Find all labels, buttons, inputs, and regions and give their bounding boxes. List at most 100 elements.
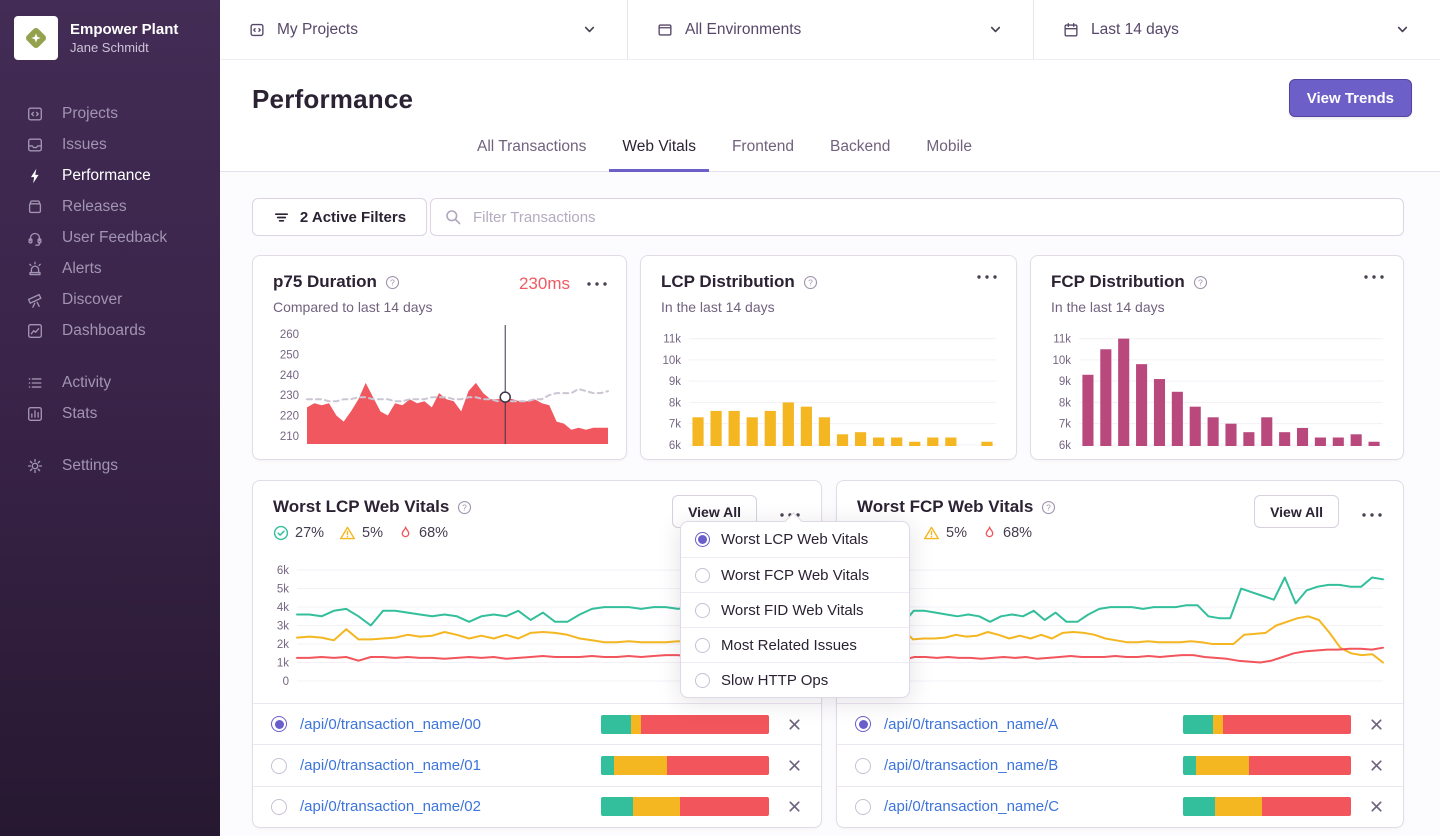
row-radio[interactable] (271, 798, 287, 815)
svg-text:240: 240 (280, 370, 299, 382)
transaction-link[interactable]: /api/0/transaction_name/B (884, 757, 1183, 774)
remove-row-button[interactable] (786, 798, 803, 815)
view-trends-button[interactable]: View Trends (1288, 79, 1412, 117)
lcp-distribution-chart[interactable]: 6k 7k 8k 9k 10k 11k (653, 320, 1006, 452)
page-title: Performance (252, 84, 414, 114)
menu-item-worst-lcp[interactable]: Worst LCP Web Vitals (681, 522, 909, 557)
project-selector[interactable]: My Projects (220, 0, 627, 59)
overflow-menu-button[interactable] (976, 274, 998, 280)
tab-frontend[interactable]: Frontend (719, 138, 807, 172)
date-range-selector[interactable]: Last 14 days (1033, 0, 1440, 59)
vitals-summary: 27% 5% 68% (273, 525, 448, 541)
headset-icon (28, 232, 42, 246)
transaction-row: /api/0/transaction_name/A (837, 703, 1403, 745)
svg-text:3k: 3k (277, 621, 289, 633)
tab-mobile[interactable]: Mobile (913, 138, 985, 172)
active-filters-button[interactable]: 2 Active Filters (252, 198, 427, 236)
sidebar-item-releases[interactable]: Releases (0, 191, 220, 222)
tab-backend[interactable]: Backend (817, 138, 903, 172)
svg-text:260: 260 (280, 329, 299, 341)
transaction-row: /api/0/transaction_name/01 (253, 744, 821, 786)
tab-bar: All Transactions Web Vitals Frontend Bac… (464, 138, 995, 172)
row-radio[interactable] (855, 798, 871, 815)
menu-item-label: Worst FID Web Vitals (721, 601, 864, 619)
sidebar-item-dashboards[interactable]: Dashboards (0, 315, 220, 346)
help-icon[interactable]: ? (1193, 275, 1208, 290)
sidebar-item-performance[interactable]: Performance (0, 160, 220, 191)
vitals-stacked-bar (601, 714, 769, 734)
sidebar-item-projects[interactable]: Projects (0, 98, 220, 129)
chevron-down-icon (584, 26, 595, 33)
projects-icon (28, 106, 42, 121)
row-radio[interactable] (271, 757, 287, 774)
row-radio[interactable] (855, 757, 871, 774)
meh-pct: 5% (362, 525, 383, 541)
fire-icon (401, 526, 410, 538)
fcp-distribution-chart[interactable]: 6k 7k 8k 9k 10k 11k (1043, 320, 1393, 452)
org-switcher[interactable]: Empower Plant Jane Schmidt (0, 0, 220, 60)
environment-selector[interactable]: All Environments (627, 0, 1033, 59)
sidebar-item-issues[interactable]: Issues (0, 129, 220, 160)
transaction-link[interactable]: /api/0/transaction_name/02 (300, 798, 601, 815)
lightning-icon (30, 168, 39, 183)
sidebar-item-user-feedback[interactable]: User Feedback (0, 222, 220, 253)
transaction-link[interactable]: /api/0/transaction_name/01 (300, 757, 601, 774)
bar-chart-icon (28, 406, 42, 421)
p75-duration-chart[interactable]: 210 220 230 240 250 260 (265, 320, 616, 452)
row-radio[interactable] (855, 716, 871, 733)
menu-item-most-related-issues[interactable]: Most Related Issues (681, 627, 909, 662)
remove-row-button[interactable] (1368, 757, 1385, 774)
remove-row-button[interactable] (1368, 716, 1385, 733)
warning-triangle-icon (924, 526, 940, 540)
svg-text:7k: 7k (669, 419, 681, 431)
org-logo (14, 16, 58, 60)
sidebar-item-label: Activity (62, 373, 112, 391)
menu-item-slow-http-ops[interactable]: Slow HTTP Ops (681, 662, 909, 697)
sidebar-item-label: User Feedback (62, 228, 168, 246)
vitals-stacked-bar (601, 756, 769, 776)
overflow-menu-button[interactable] (586, 281, 608, 287)
tab-all-transactions[interactable]: All Transactions (464, 138, 599, 172)
svg-text:?: ? (808, 277, 813, 287)
svg-text:210: 210 (280, 431, 299, 443)
project-icon (250, 23, 264, 36)
worst-fcp-line-chart[interactable]: 01k2k3k4k5k6k (849, 551, 1393, 701)
row-radio[interactable] (271, 716, 287, 733)
sidebar-item-alerts[interactable]: Alerts (0, 253, 220, 284)
help-icon[interactable]: ? (803, 275, 818, 290)
overflow-menu-button[interactable] (1363, 274, 1385, 280)
transaction-link[interactable]: /api/0/transaction_name/C (884, 798, 1183, 815)
close-icon (1371, 719, 1382, 730)
close-icon (789, 719, 800, 730)
sidebar-item-settings[interactable]: Settings (0, 450, 220, 481)
transaction-link[interactable]: /api/0/transaction_name/00 (300, 716, 601, 733)
view-all-button[interactable]: View All (1254, 495, 1339, 528)
transaction-link[interactable]: /api/0/transaction_name/A (884, 716, 1183, 733)
search-icon (446, 210, 461, 225)
vitals-stacked-bar (1183, 714, 1351, 734)
remove-row-button[interactable] (786, 757, 803, 774)
transaction-search-input[interactable] (430, 198, 1404, 236)
issues-icon (28, 137, 42, 152)
help-icon[interactable]: ? (1041, 500, 1056, 515)
overflow-menu-button[interactable] (1361, 505, 1383, 523)
remove-row-button[interactable] (1368, 798, 1385, 815)
close-icon (789, 760, 800, 771)
menu-item-worst-fid[interactable]: Worst FID Web Vitals (681, 592, 909, 627)
fcp-distribution-card: FCP Distribution ? In the last 14 days 6… (1030, 255, 1404, 460)
sidebar-item-activity[interactable]: Activity (0, 367, 220, 398)
help-icon[interactable]: ? (457, 500, 472, 515)
menu-item-worst-fcp[interactable]: Worst FCP Web Vitals (681, 557, 909, 592)
card-subtitle: In the last 14 days (661, 299, 775, 315)
svg-text:10k: 10k (662, 355, 681, 367)
sidebar-item-stats[interactable]: Stats (0, 398, 220, 429)
svg-text:7k: 7k (1059, 419, 1071, 431)
svg-text:250: 250 (280, 349, 299, 361)
sidebar-item-discover[interactable]: Discover (0, 284, 220, 315)
remove-row-button[interactable] (786, 716, 803, 733)
sidebar-item-label: Performance (62, 166, 151, 184)
help-icon[interactable]: ? (385, 275, 400, 290)
meh-pct: 5% (946, 525, 967, 541)
list-icon (28, 377, 42, 388)
tab-web-vitals[interactable]: Web Vitals (609, 138, 709, 172)
